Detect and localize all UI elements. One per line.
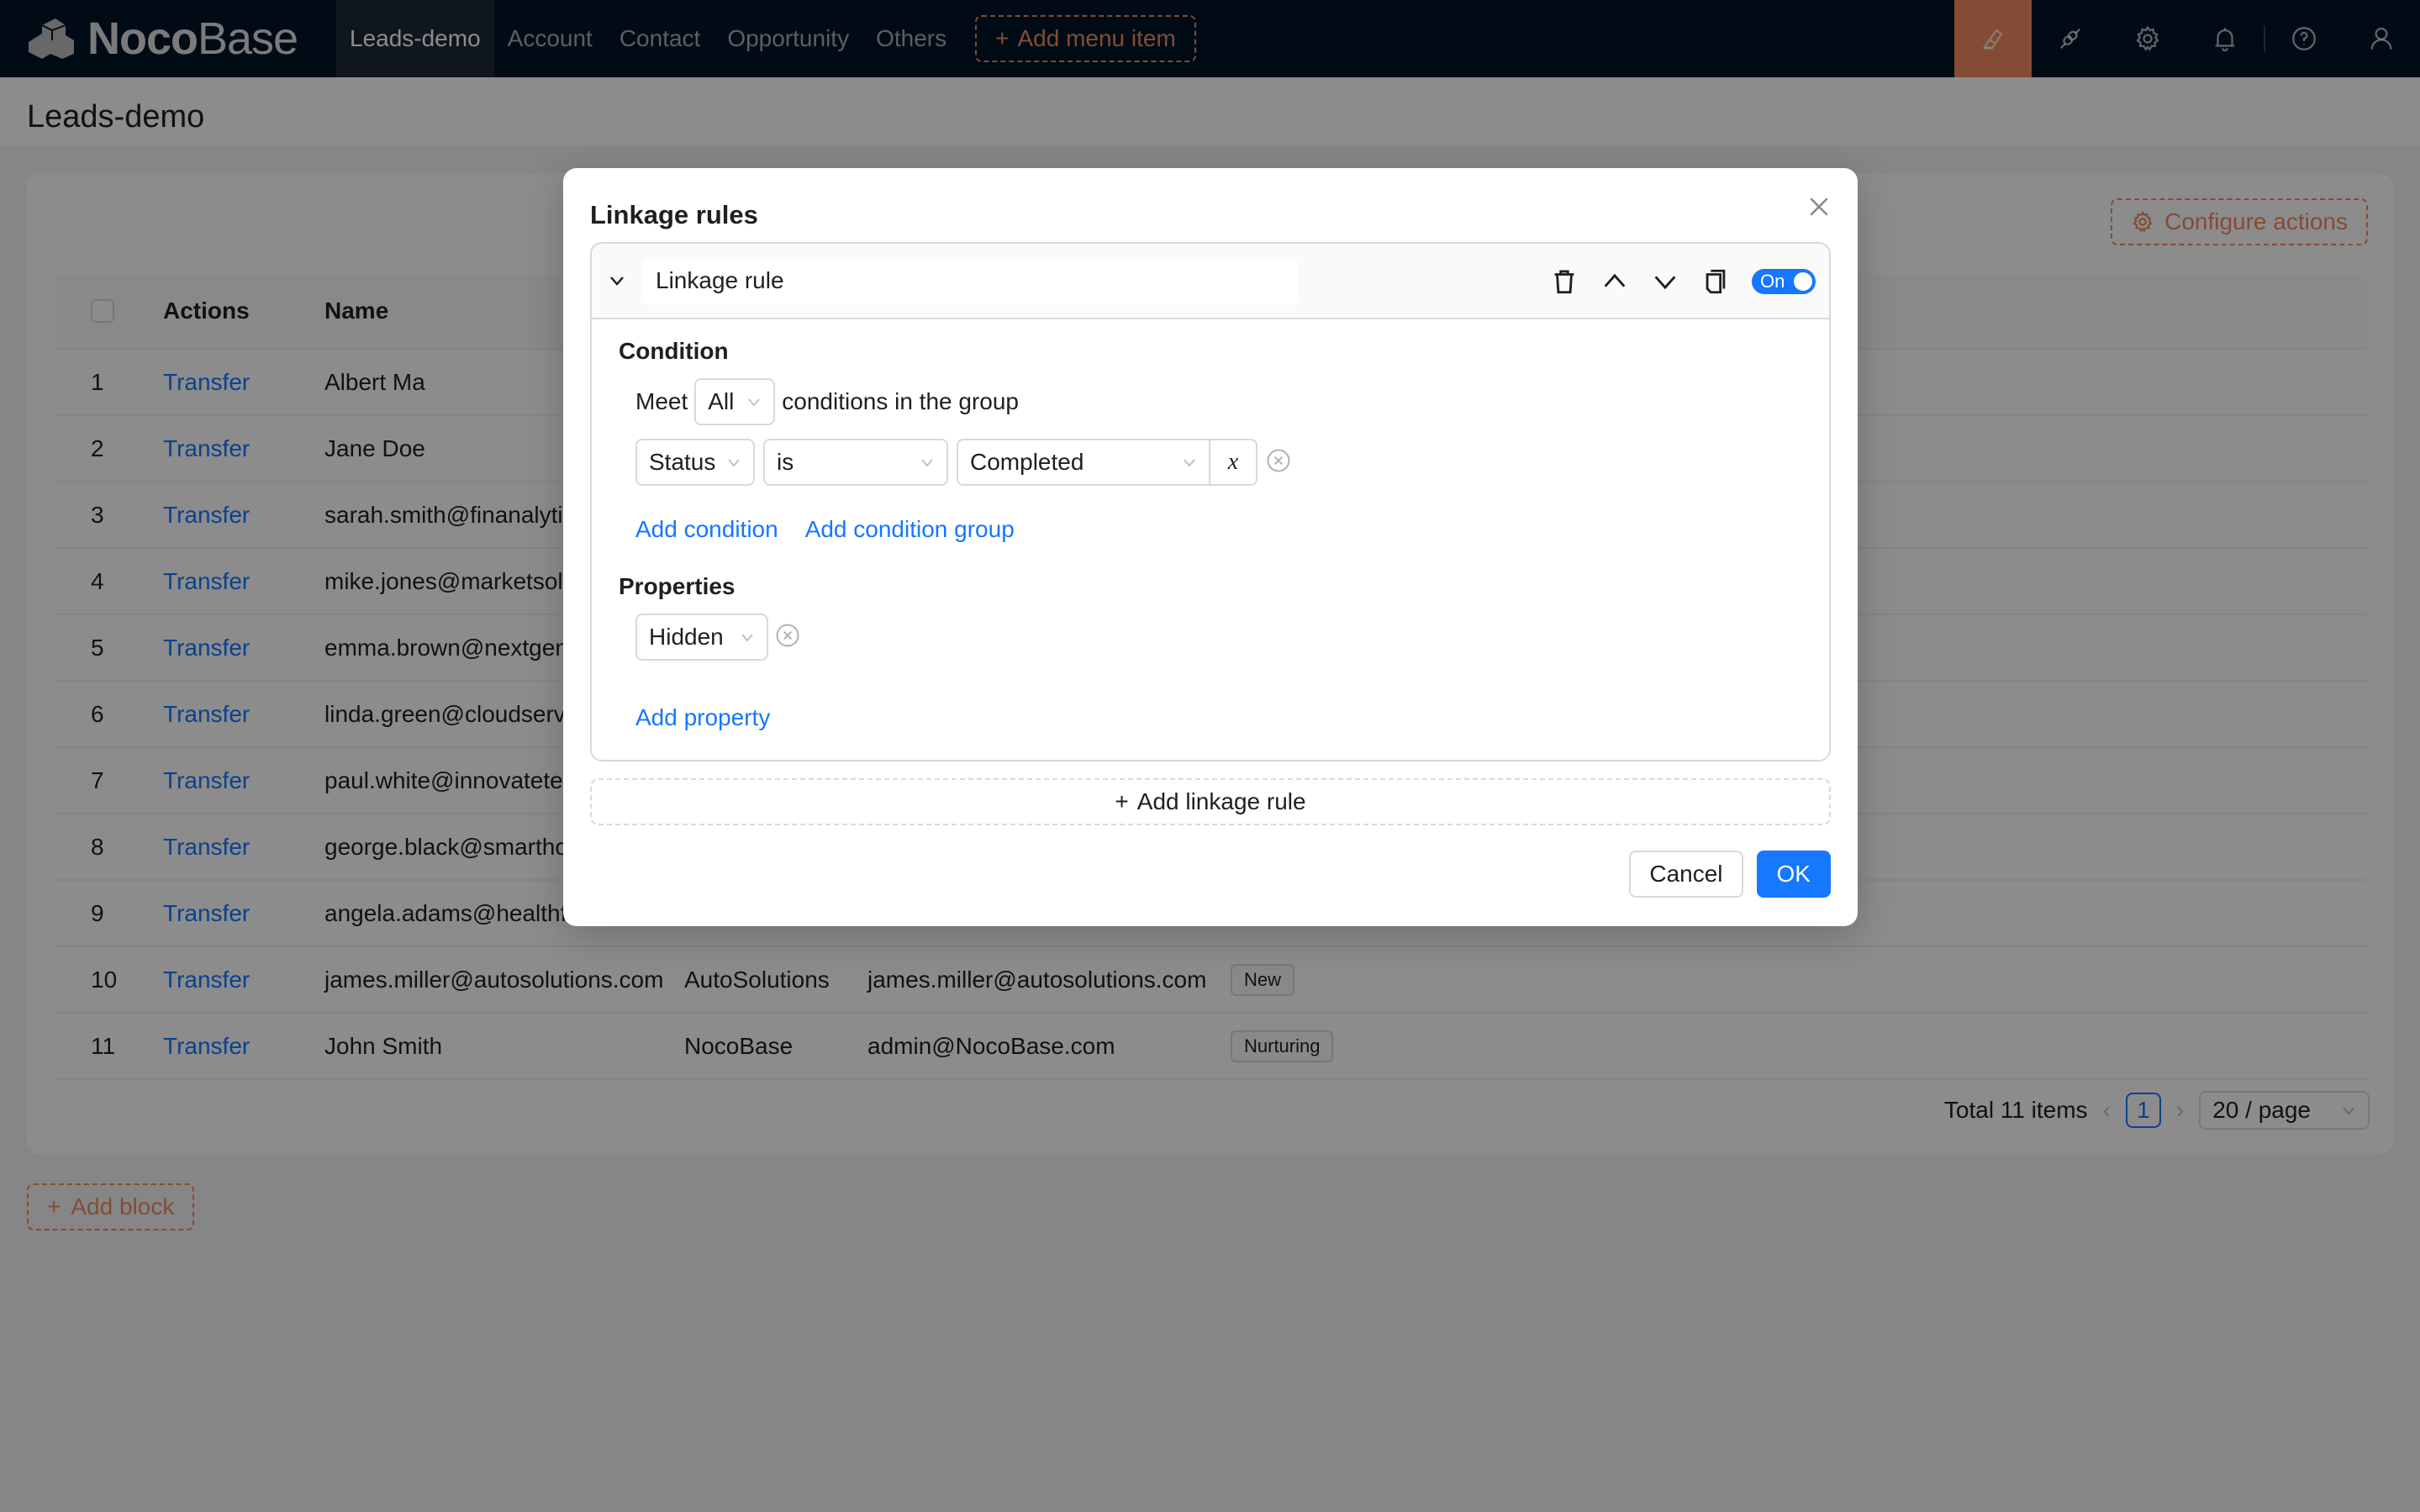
modal-title: Linkage rules bbox=[590, 200, 758, 229]
collapse-toggle[interactable] bbox=[592, 271, 642, 290]
condition-group-logic: Meet All conditions in the group bbox=[619, 378, 1802, 425]
linkage-rules-modal: Linkage rules On Condition Me bbox=[563, 168, 1858, 926]
properties-section: Properties Hidden Add property bbox=[619, 573, 1802, 731]
condition-actions: Add condition Add condition group bbox=[619, 516, 1802, 543]
switch-knob bbox=[1794, 272, 1812, 291]
condition-operator-value: is bbox=[777, 449, 794, 475]
close-circle-icon bbox=[1267, 449, 1290, 472]
meet-prefix: Meet bbox=[635, 388, 688, 414]
close-icon bbox=[1810, 198, 1828, 216]
properties-label: Properties bbox=[619, 573, 735, 599]
copy-icon[interactable] bbox=[1701, 267, 1730, 296]
chevron-down-icon bbox=[921, 459, 933, 467]
condition-field-select[interactable]: Status bbox=[635, 439, 755, 486]
add-property-link[interactable]: Add property bbox=[635, 704, 770, 730]
logic-select[interactable]: All bbox=[694, 378, 776, 425]
chevron-down-icon bbox=[610, 277, 624, 286]
plus-icon: + bbox=[1115, 788, 1129, 814]
move-down-icon[interactable] bbox=[1651, 267, 1679, 296]
linkage-rule-panel: On Condition Meet All conditions in the … bbox=[590, 242, 1831, 761]
condition-value-select[interactable]: Completed bbox=[958, 440, 1209, 484]
chevron-down-icon bbox=[748, 398, 761, 407]
chevron-down-icon bbox=[728, 459, 740, 467]
rule-title-input[interactable] bbox=[642, 257, 1298, 304]
variable-button[interactable]: x bbox=[1209, 440, 1256, 484]
condition-value: Completed bbox=[970, 449, 1084, 475]
chevron-down-icon bbox=[1184, 459, 1195, 467]
property-row: Hidden bbox=[619, 614, 1802, 661]
logic-select-value: All bbox=[708, 388, 735, 414]
add-condition-link[interactable]: Add condition bbox=[635, 516, 778, 543]
condition-row: Status is Completed x bbox=[619, 439, 1802, 486]
switch-label: On bbox=[1760, 271, 1785, 292]
rule-toolbar: On bbox=[1550, 244, 1816, 319]
condition-label: Condition bbox=[619, 338, 729, 364]
cancel-button[interactable]: Cancel bbox=[1629, 851, 1743, 898]
linkage-rule-header: On bbox=[592, 244, 1829, 319]
condition-value-group: Completed x bbox=[957, 439, 1257, 486]
meet-suffix: conditions in the group bbox=[782, 388, 1019, 414]
close-circle-icon bbox=[776, 624, 799, 646]
add-condition-group-link[interactable]: Add condition group bbox=[805, 516, 1015, 543]
condition-field-value: Status bbox=[649, 449, 716, 475]
modal-footer: Cancel OK bbox=[1629, 851, 1831, 898]
remove-condition-button[interactable] bbox=[1266, 448, 1291, 477]
close-button[interactable] bbox=[1801, 188, 1837, 225]
rule-enabled-switch[interactable]: On bbox=[1752, 269, 1816, 294]
remove-property-button[interactable] bbox=[775, 623, 800, 652]
property-value: Hidden bbox=[649, 624, 724, 650]
add-linkage-rule-label: Add linkage rule bbox=[1136, 788, 1306, 814]
delete-icon[interactable] bbox=[1550, 267, 1579, 296]
condition-operator-select[interactable]: is bbox=[763, 439, 948, 486]
add-property-wrapper: Add property bbox=[619, 704, 1802, 731]
linkage-rule-body: Condition Meet All conditions in the gro… bbox=[592, 319, 1829, 731]
ok-button[interactable]: OK bbox=[1756, 851, 1831, 898]
move-up-icon[interactable] bbox=[1600, 267, 1629, 296]
chevron-down-icon bbox=[741, 634, 753, 642]
property-select[interactable]: Hidden bbox=[635, 614, 768, 661]
add-linkage-rule-button[interactable]: + Add linkage rule bbox=[590, 778, 1831, 825]
